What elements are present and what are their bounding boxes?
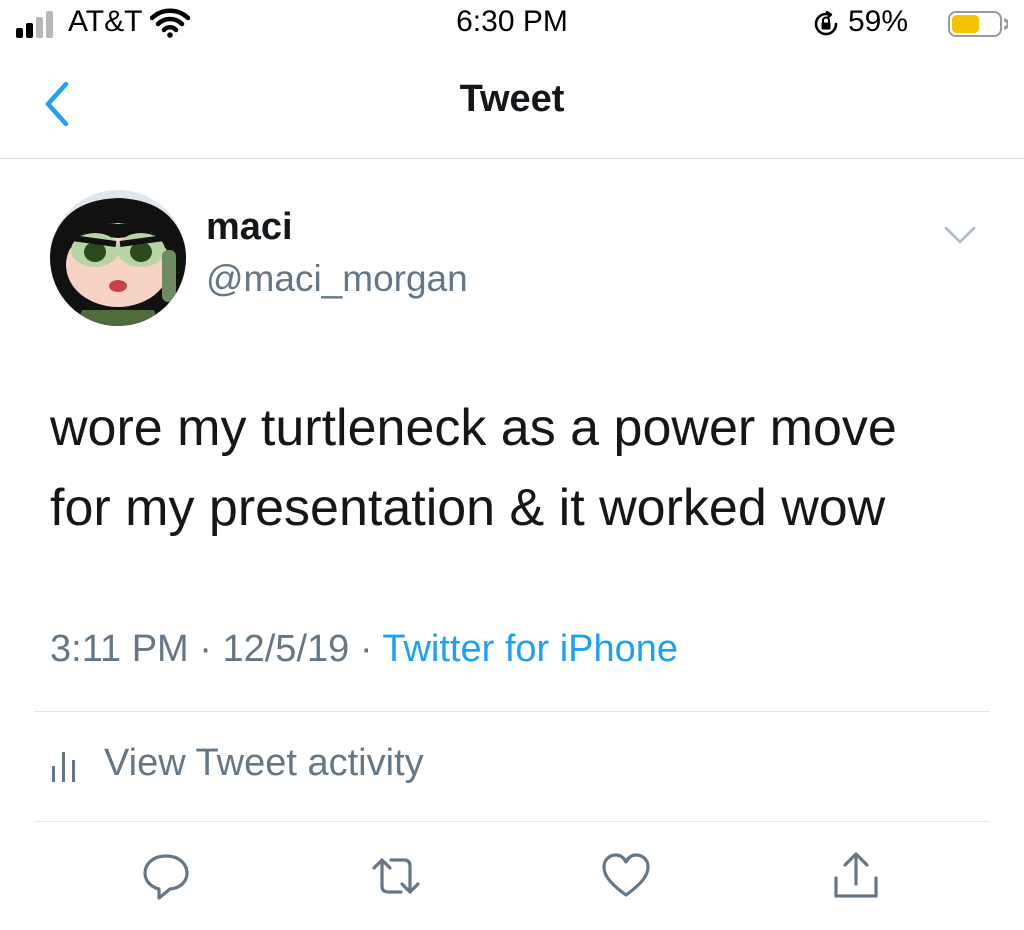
navigation-bar: Tweet [0, 50, 1024, 159]
battery-percentage: 59% [848, 5, 909, 38]
tweet-time: 3:11 PM [50, 628, 189, 670]
analytics-icon [52, 752, 75, 782]
page-title: Tweet [459, 78, 565, 120]
orientation-lock-icon [814, 10, 838, 36]
action-bar [0, 840, 1024, 920]
avatar[interactable] [50, 190, 186, 326]
activity-label: View Tweet activity [104, 742, 424, 784]
reply-icon[interactable] [140, 850, 192, 902]
divider [34, 711, 990, 712]
like-icon[interactable] [600, 850, 652, 902]
share-icon[interactable] [830, 850, 882, 902]
battery-icon [948, 11, 1008, 37]
meta-separator: · [359, 628, 373, 670]
display-name[interactable]: maci [206, 206, 293, 249]
tweet-text: wore my turtleneck as a power move for m… [50, 388, 990, 548]
divider [34, 821, 990, 822]
tweet-meta: 3:11 PM · 12/5/19 · Twitter for iPhone [50, 628, 678, 671]
retweet-icon[interactable] [370, 850, 422, 902]
user-handle[interactable]: @maci_morgan [206, 258, 468, 300]
tweet-date: 12/5/19 [222, 628, 350, 670]
tweet-source-link[interactable]: Twitter for iPhone [382, 628, 678, 670]
avatar-image [50, 190, 186, 326]
tweet-text-line: for my presentation & it worked wow [50, 479, 886, 537]
status-bar: AT&T 6:30 PM 59% [0, 0, 1024, 50]
chevron-down-icon[interactable] [942, 222, 978, 248]
tweet-text-line: wore my turtleneck as a power move [50, 399, 897, 457]
meta-separator: · [199, 628, 212, 670]
